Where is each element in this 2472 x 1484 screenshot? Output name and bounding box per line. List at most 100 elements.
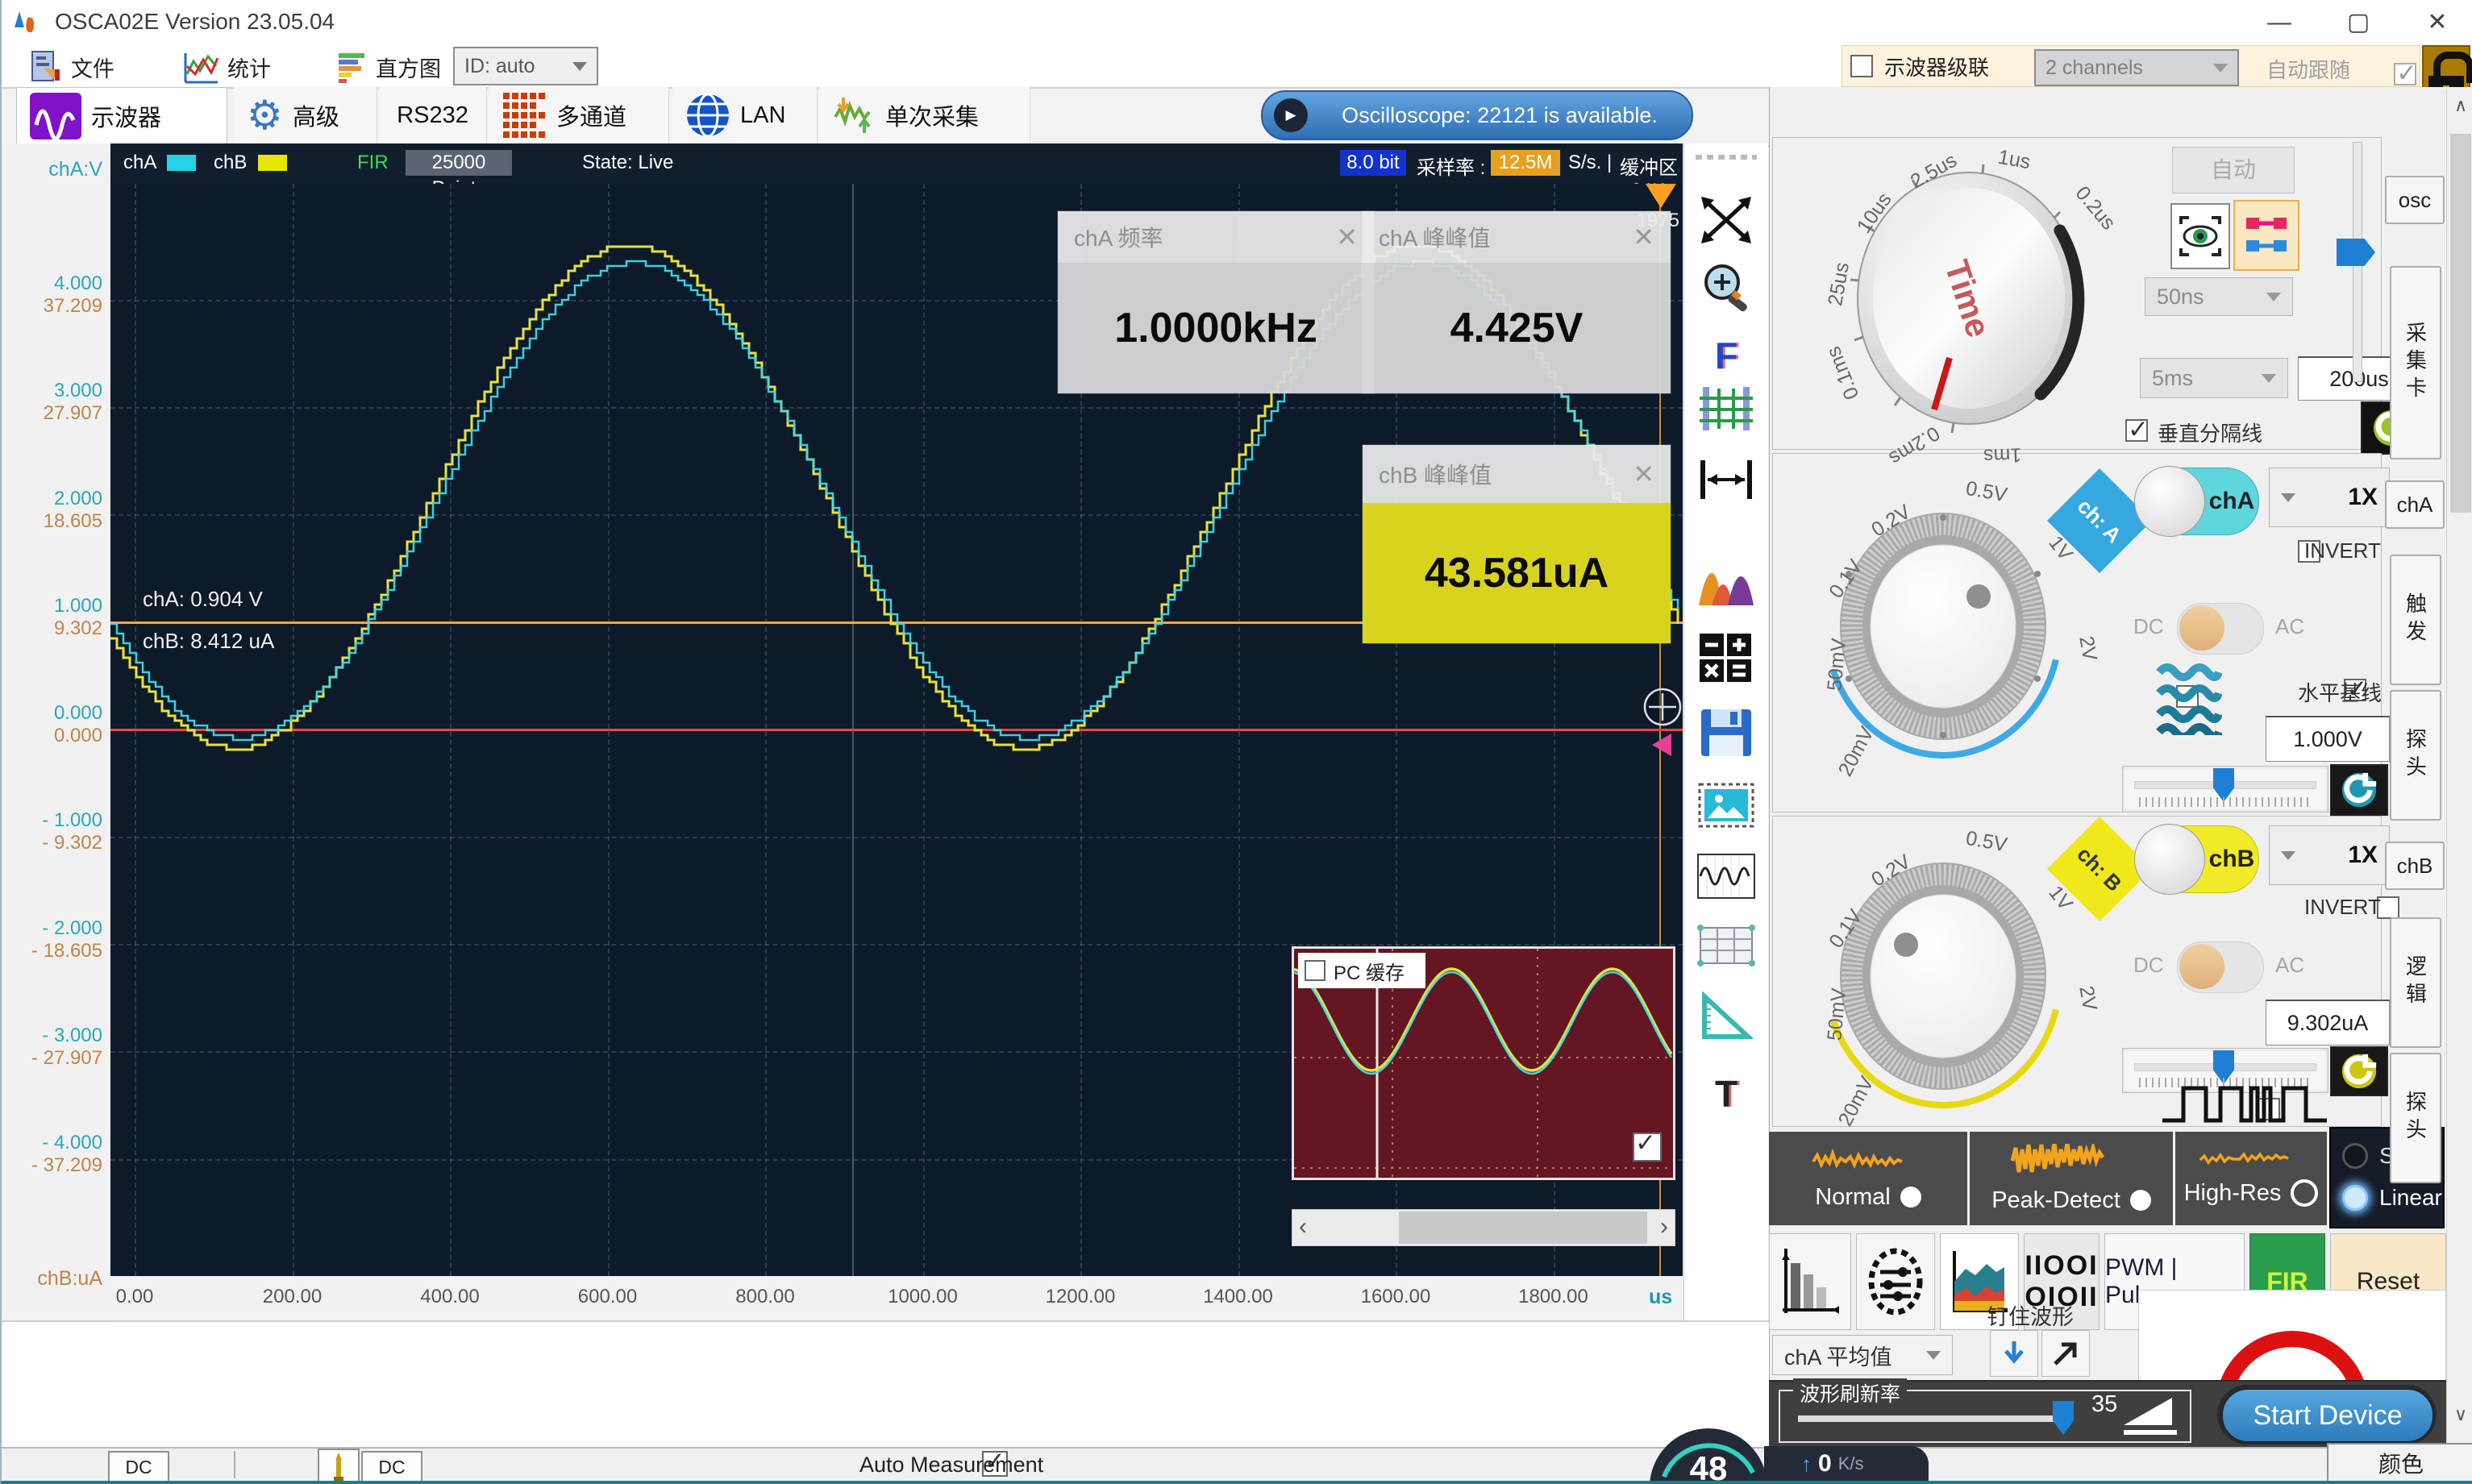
start-device-button[interactable]: Start Device: [2222, 1389, 2433, 1442]
fft-f-icon[interactable]: F: [1693, 326, 1759, 385]
scroll-left-icon[interactable]: ‹: [1299, 1213, 1307, 1241]
record-circle-icon[interactable]: [2212, 1323, 2373, 1381]
panel-scrollbar[interactable]: [2446, 89, 2472, 1447]
chA-offset-slider[interactable]: [2122, 766, 2328, 813]
toolbar-single-acquisition[interactable]: 单次采集: [819, 87, 1030, 143]
grid-icon[interactable]: [1693, 379, 1759, 439]
chA-offset-field[interactable]: 1.000V: [2266, 716, 2390, 762]
vertical-separator-checkbox[interactable]: [2125, 415, 2149, 444]
close-icon[interactable]: ✕: [1633, 459, 1654, 489]
auto-follow-checkbox[interactable]: [2394, 59, 2417, 88]
auto-view-button[interactable]: [2170, 203, 2230, 269]
drag-handle-icon[interactable]: [1696, 155, 1757, 160]
points-badge[interactable]: 25000 Points: [406, 150, 512, 199]
radio-icon[interactable]: [2342, 1185, 2368, 1211]
waveform-plot[interactable]: chA: 0.904 V chB: 8.412 uA 1975 chA 频率✕ …: [110, 184, 1683, 1276]
chB-coupling-status[interactable]: DC: [361, 1451, 422, 1481]
acq-mode-peak-detect[interactable]: Peak-Detect: [1970, 1132, 2173, 1225]
trigger-drag-handle-icon[interactable]: [1641, 685, 1683, 729]
acq-mode-high-res[interactable]: High-Res: [2175, 1132, 2327, 1225]
device-status-banner[interactable]: ▶ Oscilloscope: 22121 is available.: [1261, 90, 1693, 140]
chB-tab-逻辑[interactable]: 逻辑: [2390, 917, 2441, 1048]
pc-buffer-inset[interactable]: PC 缓存: [1292, 946, 1675, 1180]
maximize-button[interactable]: ▢: [2322, 0, 2395, 45]
chB-level-marker[interactable]: [1652, 734, 1671, 756]
buffer-scrollbar[interactable]: ‹ ›: [1292, 1209, 1675, 1246]
chA-tab-chA[interactable]: chA: [2385, 480, 2445, 529]
pc-buffer-checkbox[interactable]: [1305, 960, 1325, 981]
chA-tab-触发[interactable]: 触发: [2390, 555, 2441, 685]
cascade-checkbox[interactable]: [1850, 55, 1873, 77]
toolbar-tab-oscilloscope-label: 示波器: [91, 105, 162, 131]
scroll-up-icon[interactable]: ∧: [2449, 95, 2472, 119]
chA-average-select[interactable]: chA 平均值: [1772, 1335, 1953, 1375]
math-ops-icon[interactable]: [1693, 629, 1759, 688]
chB-legend-label[interactable]: chB: [214, 152, 247, 174]
wave-preview-icon[interactable]: [1693, 846, 1759, 906]
chA-coupling-status[interactable]: DC: [108, 1451, 169, 1481]
inset-pin-checkbox[interactable]: [1633, 1129, 1662, 1162]
scroll-right-icon[interactable]: ›: [1660, 1213, 1668, 1241]
measurement-panel-chA-pkpk[interactable]: chA 峰峰值 ✕ 4.425V: [1363, 211, 1671, 393]
chA-reset-button[interactable]: [2330, 764, 2388, 816]
menu-stats[interactable]: 统计: [184, 48, 271, 85]
scrollbar-thumb[interactable]: [1399, 1212, 1647, 1244]
toolbar-lan[interactable]: LAN: [672, 87, 818, 143]
color-button[interactable]: 颜色: [2327, 1443, 2472, 1481]
chA-legend-label[interactable]: chA: [123, 152, 156, 174]
trigger-position-marker[interactable]: [1646, 184, 1676, 208]
h-measure-icon[interactable]: [1693, 450, 1759, 509]
zoom-in-icon[interactable]: [1693, 258, 1759, 318]
pc-buffer-toggle[interactable]: PC 缓存: [1298, 953, 1425, 988]
menu-file[interactable]: 文件: [29, 48, 114, 85]
refresh-slider-track[interactable]: [1798, 1415, 2064, 1422]
distribution-icon[interactable]: [1693, 555, 1759, 614]
scroll-down-icon[interactable]: ∨: [2449, 1404, 2472, 1428]
minimize-button[interactable]: —: [2243, 0, 2316, 45]
max-timebase-select[interactable]: 5ms: [2140, 358, 2288, 398]
chB-offset-field[interactable]: 9.302uA: [2266, 1000, 2390, 1045]
set-square-icon[interactable]: [1693, 987, 1759, 1046]
close-button[interactable]: ✕: [2401, 0, 2472, 45]
chA-probe-mult-select[interactable]: 1X: [2269, 468, 2390, 527]
close-icon[interactable]: ✕: [1336, 222, 1358, 252]
close-icon[interactable]: ✕: [1633, 222, 1654, 252]
pin-button-2[interactable]: [2041, 1330, 2090, 1377]
toolbar-rs232[interactable]: RS232: [379, 87, 487, 143]
refresh-slider-handle[interactable]: [2053, 1401, 2074, 1435]
time-tab-osc[interactable]: osc: [2385, 176, 2445, 224]
text-t-icon[interactable]: T: [1693, 1064, 1759, 1124]
menu-histogram[interactable]: 直方图: [335, 48, 441, 85]
probe-status[interactable]: [318, 1449, 360, 1481]
auto-timebase-button[interactable]: 自动: [2172, 147, 2295, 193]
measurement-panel-chB-pkpk[interactable]: chB 峰峰值 ✕ 43.581uA: [1363, 445, 1671, 643]
chB-probe-mult-select[interactable]: 1X: [2269, 825, 2390, 885]
toolbar-tab-oscilloscope[interactable]: 示波器: [16, 87, 227, 143]
toolbar-multichannel[interactable]: 多通道: [489, 87, 669, 143]
chB-tab-探头[interactable]: 探头: [2390, 1053, 2441, 1183]
chA-tab-探头[interactable]: 探头: [2390, 690, 2441, 821]
chB-coupling-toggle[interactable]: [2177, 942, 2264, 993]
min-timebase-select[interactable]: 50ns: [2145, 277, 2293, 316]
device-id-select[interactable]: ID: auto: [453, 47, 598, 85]
play-icon[interactable]: ▶: [1274, 98, 1308, 132]
chA-coupling-toggle[interactable]: [2177, 603, 2264, 655]
histogram-tool-button[interactable]: [1769, 1233, 1851, 1330]
toolbar-advanced[interactable]: ⚙ 高级: [234, 87, 377, 143]
chB-enable-toggle[interactable]: chB: [2134, 824, 2259, 895]
measurement-panel-chA-freq[interactable]: chA 频率 ✕ 1.0000kHz: [1058, 211, 1374, 393]
settings-tool-button[interactable]: [1856, 1233, 1935, 1330]
split-view-button[interactable]: [2233, 200, 2299, 271]
chA-enable-toggle[interactable]: chA: [2134, 466, 2259, 537]
chB-tab-chB[interactable]: chB: [2385, 842, 2445, 890]
pin-button-1[interactable]: [1990, 1330, 2038, 1377]
scrollbar-thumb[interactable]: [2450, 134, 2471, 513]
time-tab-采集卡[interactable]: 采集卡: [2390, 266, 2441, 459]
channels-select[interactable]: 2 channels: [2034, 49, 2239, 86]
grid-table-icon[interactable]: [1693, 916, 1759, 975]
save-icon[interactable]: [1693, 703, 1759, 763]
screenshot-icon[interactable]: [1693, 775, 1759, 835]
radio-icon[interactable]: [2342, 1143, 2368, 1169]
acq-mode-normal[interactable]: Normal: [1769, 1132, 1967, 1225]
expand-icon[interactable]: [1693, 190, 1759, 250]
